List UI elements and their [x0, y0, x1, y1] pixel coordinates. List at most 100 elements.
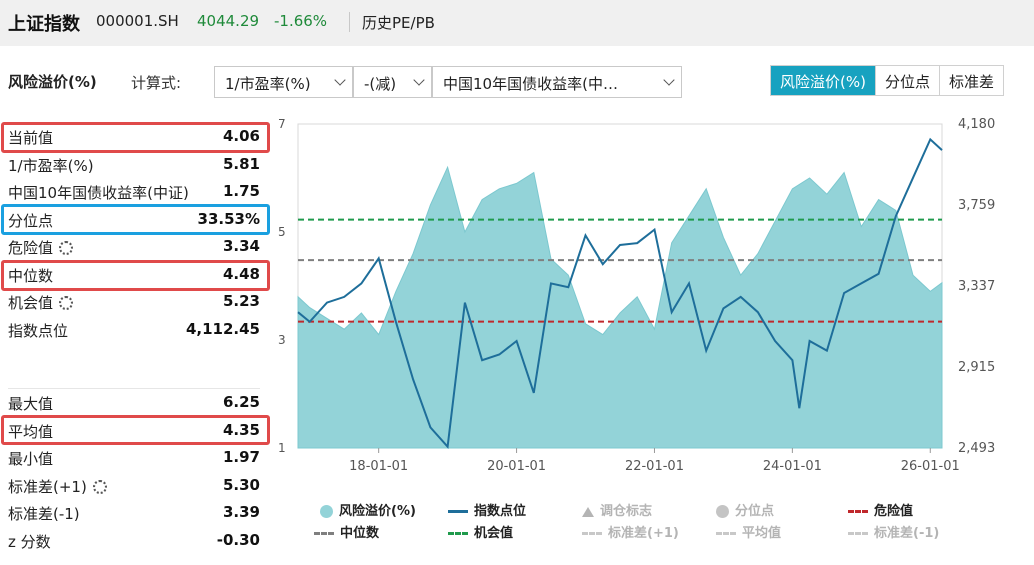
divider: [349, 12, 350, 32]
operator-select[interactable]: -(减): [353, 66, 432, 98]
formula-label: 计算式:: [131, 74, 182, 92]
legend-label: 标准差(+1): [608, 526, 679, 541]
section-title: 风险溢价(%): [8, 73, 97, 91]
legend-label: 机会值: [474, 526, 514, 541]
dash-line-icon: [448, 532, 468, 535]
x-axis-tick: 22-01-01: [625, 459, 684, 470]
legend-label: 指数点位: [474, 504, 527, 519]
risk-premium-chart[interactable]: 7 5 3 1 4,180 3,759 3,337 2,915 2,493 18-01-01 20-…: [270, 110, 1034, 474]
dot-icon: [320, 505, 333, 518]
formula-select-2[interactable]: 中国10年国债收益率(中…: [432, 66, 682, 98]
stat-value: 1.97: [222, 448, 260, 466]
stat-label: 指数点位: [8, 322, 69, 340]
stat-value: -0.30: [216, 531, 260, 549]
chevron-down-icon: [334, 74, 346, 86]
left-axis-tick: 7: [278, 117, 286, 131]
legend-item-rebalance[interactable]: 调仓标志: [582, 500, 652, 519]
left-axis-tick: 5: [278, 225, 286, 239]
legend-label: 调仓标志: [600, 504, 653, 519]
stat-std-minus: 标准差(-1) 3.39: [8, 500, 260, 526]
chart-svg: 7 5 3 1 4,180 3,759 3,337 2,915 2,493 18-01-01 20-…: [278, 117, 995, 474]
stat-std-plus: 标准差(+1) 5.30: [8, 473, 260, 499]
x-axis-tick: 26-01-01: [901, 459, 960, 470]
highlight-box-percentile: [1, 204, 270, 235]
stat-label: 最大值: [8, 395, 54, 413]
line-icon: [448, 510, 468, 513]
right-axis-tick: 2,493: [958, 441, 995, 456]
stats-divider: [8, 388, 260, 389]
stat-index-level: 指数点位 4,112.45: [8, 317, 260, 343]
stat-value: 1.75: [222, 182, 260, 200]
left-axis-tick: 3: [278, 333, 286, 347]
gear-icon[interactable]: [92, 480, 107, 494]
legend-item-std-minus[interactable]: 标准差(-1): [848, 522, 939, 541]
left-axis-tick: 1: [278, 441, 286, 455]
dash-line-icon: [848, 532, 868, 535]
stat-value: 3.39: [222, 503, 260, 521]
view-tabs: 风险溢价(%) 分位点 标准差: [770, 65, 1004, 96]
stat-label: 机会值: [8, 292, 74, 313]
stat-value: 5.81: [222, 155, 260, 173]
dash-line-icon: [582, 532, 602, 535]
legend-item-percentile[interactable]: 分位点: [716, 500, 774, 519]
stat-danger: 危险值 3.34: [8, 234, 260, 260]
right-axis-tick: 3,337: [958, 279, 995, 294]
gear-icon[interactable]: [59, 241, 74, 255]
legend-item-median[interactable]: 中位数: [314, 522, 379, 541]
x-axis-tick: 18-01-01: [349, 459, 408, 470]
legend-item-opportunity[interactable]: 机会值: [448, 522, 513, 541]
legend-item-danger[interactable]: 危险值: [848, 500, 913, 519]
index-code: 000001.SH: [96, 12, 179, 30]
index-title: 上证指数: [8, 14, 80, 35]
highlight-box-median: [1, 260, 270, 291]
triangle-icon: [582, 506, 594, 517]
stat-label: 1/市盈率(%): [8, 157, 94, 175]
chevron-down-icon: [663, 74, 675, 86]
legend-label: 危险值: [874, 504, 914, 519]
tab-std-dev[interactable]: 标准差: [938, 66, 1003, 95]
top-bar: 上证指数 000001.SH 4044.29 -1.66% 历史PE/PB: [0, 0, 1034, 46]
formula-select-1[interactable]: 1/市盈率(%): [214, 66, 353, 98]
stat-label: z 分数: [8, 533, 51, 551]
history-pe-pb-link[interactable]: 历史PE/PB: [362, 12, 435, 33]
formula-select-1-value: 1/市盈率(%): [225, 75, 311, 93]
stat-value: 3.34: [222, 237, 260, 255]
legend-item-index-level[interactable]: 指数点位: [448, 500, 526, 519]
x-axis-tick: 24-01-01: [763, 459, 822, 470]
dash-line-icon: [314, 532, 334, 535]
legend-item-std-plus[interactable]: 标准差(+1): [582, 522, 679, 541]
dot-icon: [716, 505, 729, 518]
highlight-box-current: [1, 122, 270, 153]
stat-value: 4,112.45: [185, 320, 260, 338]
tab-risk-premium[interactable]: 风险溢价(%): [771, 66, 875, 95]
stat-label: 中国10年国债收益率(中证): [8, 184, 189, 202]
stat-label: 危险值: [8, 237, 74, 258]
stat-label: 标准差(+1): [8, 476, 107, 497]
stat-earnings-yield: 1/市盈率(%) 5.81: [8, 152, 260, 178]
legend-item-mean[interactable]: 平均值: [716, 522, 781, 541]
legend-item-risk-premium[interactable]: 风险溢价(%): [320, 500, 416, 519]
tab-percentile[interactable]: 分位点: [874, 66, 939, 95]
index-change: -1.66%: [274, 12, 328, 30]
stat-label: 最小值: [8, 450, 54, 468]
chart-legend: 风险溢价(%) 指数点位 调仓标志 分位点 危险值 中位数 机会值 标准差(+1…: [300, 496, 1034, 546]
index-price: 4044.29: [197, 12, 260, 30]
operator-select-value: -(减): [364, 75, 397, 93]
right-axis-tick: 4,180: [958, 117, 995, 132]
right-axis-tick: 2,915: [958, 360, 995, 375]
legend-label: 中位数: [340, 526, 380, 541]
stat-value: 5.30: [222, 476, 260, 494]
chevron-down-icon: [413, 74, 425, 86]
gear-icon[interactable]: [59, 296, 74, 310]
highlight-box-mean: [1, 415, 270, 445]
stat-opportunity: 机会值 5.23: [8, 289, 260, 315]
dash-line-icon: [716, 532, 736, 535]
stat-z-score: z 分数 -0.30: [8, 528, 260, 554]
stat-bond-yield: 中国10年国债收益率(中证) 1.75: [8, 179, 260, 205]
stat-label: 标准差(-1): [8, 505, 80, 523]
stat-label-text: 机会值: [8, 294, 54, 312]
formula-select-2-value: 中国10年国债收益率(中…: [443, 75, 618, 93]
legend-label: 风险溢价(%): [339, 504, 416, 519]
stat-label-text: 危险值: [8, 239, 54, 257]
stat-max: 最大值 6.25: [8, 390, 260, 416]
